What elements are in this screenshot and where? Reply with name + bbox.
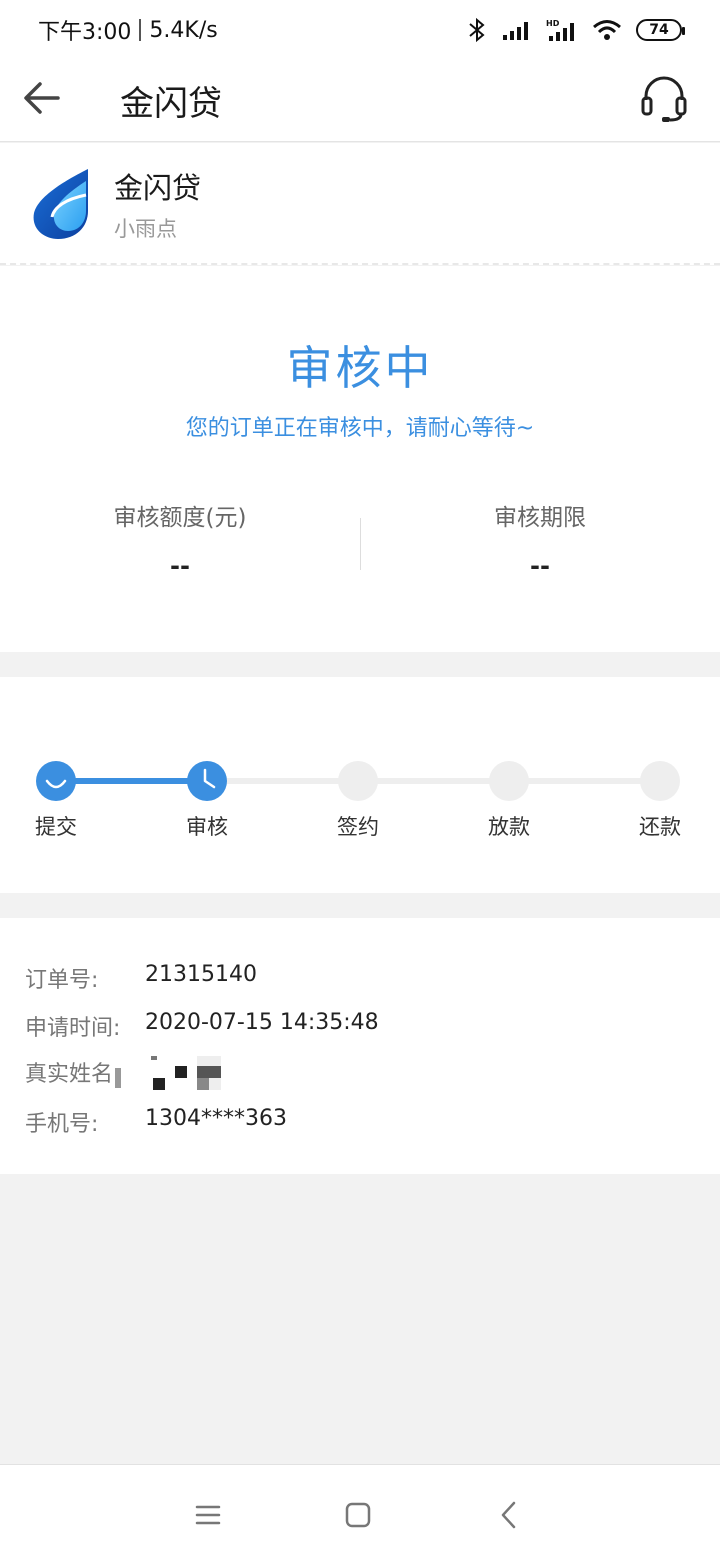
order-number-label: 订单号: [25, 968, 99, 993]
step-disburse: 放款 [459, 761, 559, 841]
home-icon[interactable] [338, 1495, 378, 1535]
step-pending-icon [640, 761, 680, 801]
page-title: 金闪贷 [120, 84, 222, 124]
real-name-row: 真实姓名 [25, 1056, 225, 1096]
review-amount-value: -- [170, 552, 190, 580]
review-status-message: 您的订单正在审核中，请耐心等待~ [185, 416, 535, 441]
status-network-speed: 5.4K/s [149, 17, 218, 43]
order-number-row: 订单号: 21315140 [25, 962, 257, 994]
hd-signal-icon: HD [546, 19, 574, 41]
step-label: 审核 [186, 815, 228, 839]
step-submit: 提交 [6, 761, 106, 841]
product-card: 金闪贷 小雨点 [0, 143, 720, 265]
svg-text:HD: HD [546, 19, 560, 28]
drop-logo-icon [33, 169, 88, 239]
status-bar: 下午3:00 5.4K/s HD 74 [0, 0, 720, 60]
system-nav-bar [0, 1464, 720, 1560]
review-term-value: -- [530, 552, 550, 580]
back-arrow-icon[interactable] [22, 78, 62, 118]
product-name: 金闪贷 [114, 171, 202, 205]
review-status-title: 审核中 [286, 341, 434, 395]
step-pending-icon [338, 761, 378, 801]
redacted-name [115, 1056, 225, 1096]
phone-row: 手机号: 1304****363 [25, 1106, 287, 1138]
progress-tracker: 提交 审核 签约 放款 还款 [0, 677, 720, 893]
step-label: 提交 [35, 815, 77, 839]
apply-time-value: 2020-07-15 14:35:48 [145, 1010, 379, 1035]
status-time: 下午3:00 [38, 20, 132, 45]
menu-icon[interactable] [188, 1495, 228, 1535]
step-review: 审核 [157, 761, 257, 841]
step-label: 还款 [639, 815, 681, 839]
review-amount-label: 审核额度(元) [113, 505, 247, 531]
app-bar: 金闪贷 [0, 60, 720, 142]
review-status-card: 审核中 您的订单正在审核中，请耐心等待~ 审核额度(元) -- 审核期限 -- [0, 266, 720, 652]
back-icon[interactable] [490, 1495, 530, 1535]
order-info-card: 订单号: 21315140 申请时间: 2020-07-15 14:35:48 … [0, 918, 720, 1174]
order-number-value: 21315140 [145, 962, 257, 987]
battery-level: 74 [649, 22, 669, 38]
step-done-icon [36, 761, 76, 801]
product-subtitle: 小雨点 [114, 217, 177, 241]
review-term-label: 审核期限 [494, 505, 586, 531]
phone-label: 手机号: [25, 1112, 99, 1137]
apply-time-row: 申请时间: 2020-07-15 14:35:48 [25, 1010, 379, 1042]
step-label: 放款 [488, 815, 530, 839]
step-repay: 还款 [610, 761, 710, 841]
status-separator [139, 19, 142, 41]
step-label: 签约 [337, 815, 379, 839]
review-term: 审核期限 -- [360, 498, 720, 580]
clock-icon [187, 761, 227, 801]
wifi-icon [593, 20, 621, 40]
apply-time-label: 申请时间: [25, 1016, 121, 1041]
review-amount: 审核额度(元) -- [0, 498, 360, 580]
battery-icon: 74 [636, 19, 685, 41]
step-pending-icon [489, 761, 529, 801]
step-sign: 签约 [308, 761, 408, 841]
real-name-label: 真实姓名 [25, 1062, 114, 1087]
signal-icon [503, 22, 528, 40]
headset-icon[interactable] [640, 74, 688, 124]
status-right: HD 74 [466, 17, 685, 43]
bluetooth-icon [469, 17, 485, 43]
phone-value: 1304****363 [145, 1106, 287, 1131]
status-left: 下午3:00 5.4K/s [38, 14, 218, 46]
